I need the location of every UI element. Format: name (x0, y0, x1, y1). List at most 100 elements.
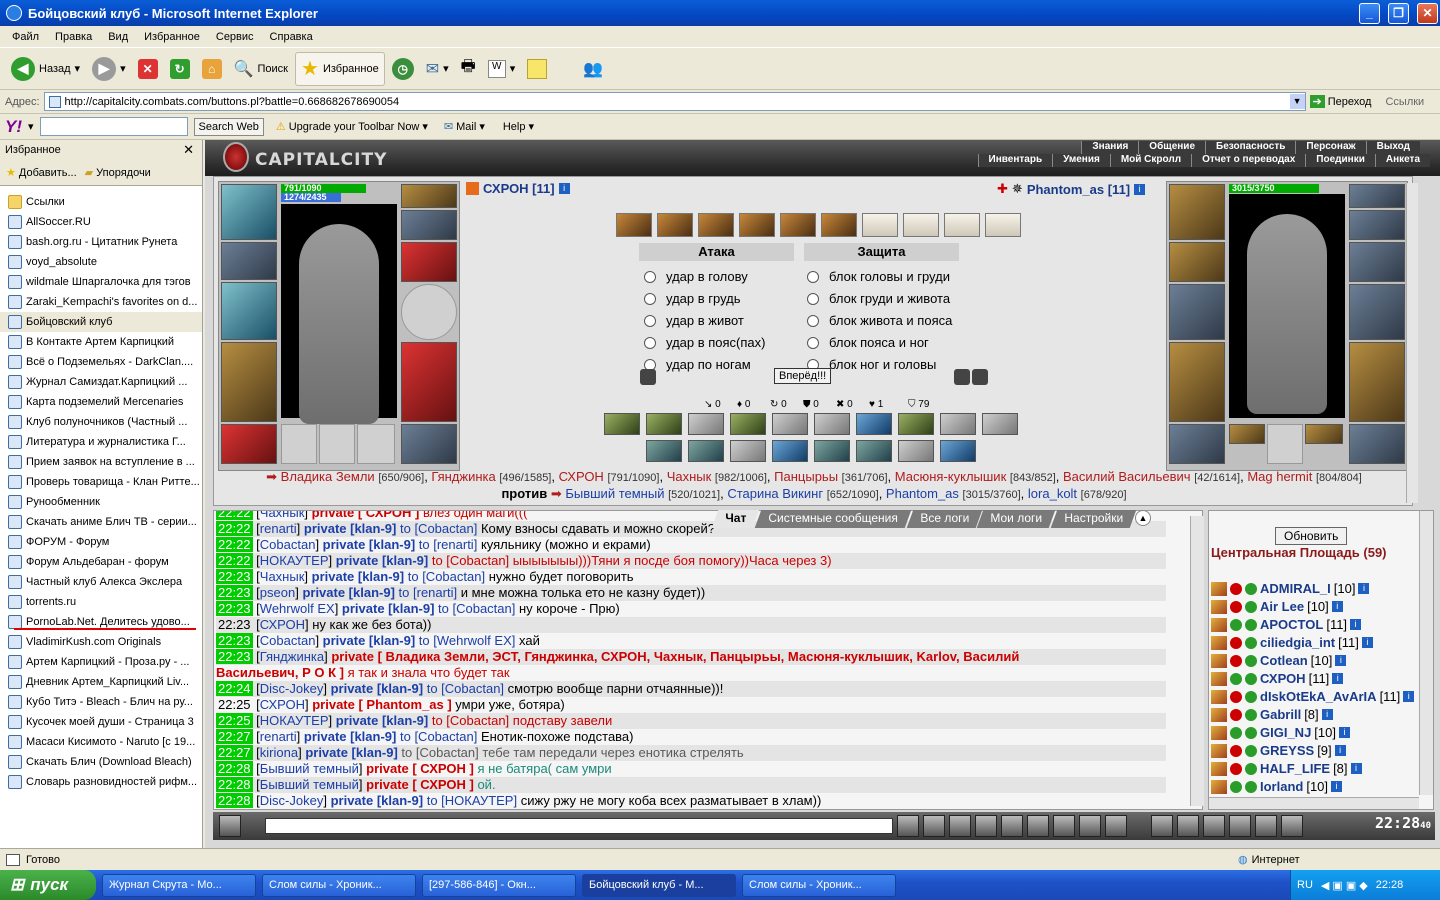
effect-icon[interactable] (646, 413, 682, 435)
message-time[interactable]: 22:28 (216, 793, 253, 808)
private-tag[interactable]: private [klan-9] (323, 537, 415, 552)
offhand-slot[interactable] (1349, 284, 1405, 340)
effect-icon[interactable] (940, 413, 976, 435)
inventory-icon[interactable] (1229, 815, 1251, 837)
private-tag[interactable]: private [klan-9] (302, 585, 394, 600)
info-icon[interactable]: i (1350, 619, 1362, 630)
skill-slot[interactable] (985, 213, 1021, 237)
user-row[interactable]: GIGI_NJ [10] i (1211, 725, 1350, 740)
menu-help[interactable]: Справка (262, 31, 321, 43)
links-label[interactable]: Ссылки (1385, 96, 1424, 108)
private-tag[interactable]: private [klan-9] (304, 521, 396, 536)
message-to[interactable]: to [renarti] (419, 537, 478, 552)
refresh-button[interactable]: ↻ (165, 52, 195, 86)
user-row[interactable]: ciliedgia_int [11] i (1211, 635, 1373, 650)
skill-slot[interactable] (780, 213, 816, 237)
subnav-link[interactable]: Отчет о переводах (1191, 154, 1305, 167)
message-author[interactable]: Чахнык (260, 511, 305, 520)
skill-slot[interactable] (944, 213, 980, 237)
radio-button[interactable] (807, 270, 819, 283)
user-row[interactable]: Air Lee [10] i (1211, 599, 1343, 614)
user-row[interactable]: dIskOtEkA_AvArIA [11] i (1211, 689, 1415, 704)
message-time[interactable]: 22:22 (216, 521, 253, 536)
info-icon[interactable]: i (1338, 727, 1350, 738)
message-author[interactable]: СХРОН (260, 617, 305, 632)
sound-icon[interactable] (1053, 815, 1075, 837)
radio-button[interactable] (644, 270, 656, 283)
favorite-item[interactable]: Кусочек моей души - Страница 3 (0, 712, 202, 732)
message-to[interactable]: to [НОКАУТЕР] (427, 793, 517, 808)
team1-player[interactable]: Чахнык (667, 469, 712, 484)
effect-icon[interactable] (814, 440, 850, 462)
language-indicator[interactable]: RU (1297, 879, 1313, 891)
chat-tab[interactable]: Мои логи (977, 510, 1056, 528)
user-name[interactable]: Air Lee (1260, 599, 1304, 614)
amulet-slot[interactable] (401, 184, 457, 208)
translit-icon[interactable] (1027, 815, 1049, 837)
private-tag[interactable]: private [klan-9] (323, 633, 415, 648)
private-tag[interactable]: private [klan-9] (305, 745, 397, 760)
search-web-button[interactable]: Search Web (193, 117, 264, 136)
favorite-item[interactable]: Частный клуб Алекса Экслера (0, 572, 202, 592)
tray-icons[interactable]: ◀ ▣ ▣ ◆ (1321, 879, 1368, 892)
map-icon[interactable] (1177, 815, 1199, 837)
message-time[interactable]: 22:28 (216, 761, 253, 776)
message-time[interactable]: 22:23 (216, 601, 253, 616)
favorite-item[interactable]: Рунообменник (0, 492, 202, 512)
info-icon[interactable]: i (1331, 601, 1343, 612)
favorite-item[interactable]: Журнал Самиздат.Карпицкий ... (0, 372, 202, 392)
message-to[interactable]: to [Cobactan] (400, 729, 477, 744)
message-author[interactable]: Бывший темный (260, 777, 359, 792)
dropdown-icon[interactable]: ▾ (28, 120, 34, 133)
next-icon[interactable] (954, 369, 970, 385)
menu-file[interactable]: Файл (4, 31, 47, 43)
exit-icon[interactable] (1281, 815, 1303, 837)
favorite-item[interactable]: Карта подземелий Mercenaries (0, 392, 202, 412)
bracers-slot[interactable] (221, 242, 277, 280)
user-row[interactable]: APOCTOL [11] i (1211, 617, 1362, 632)
smile-toggle-icon[interactable] (219, 815, 241, 837)
effect-icon[interactable] (730, 413, 766, 435)
back-button[interactable]: ◀ Назад ▾ (6, 52, 85, 86)
user-row[interactable]: Cotlean [10] i (1211, 653, 1347, 668)
bracers-slot[interactable] (1169, 242, 1225, 282)
favorite-item[interactable]: ФОРУМ - Форум (0, 532, 202, 552)
info-icon[interactable]: i (1332, 673, 1344, 684)
effect-icon[interactable] (940, 440, 976, 462)
start-button[interactable]: ⊞ пуск (0, 870, 96, 900)
favorite-item[interactable]: Прием заявок на вступление в ... (0, 452, 202, 472)
boots-slot[interactable] (401, 424, 457, 464)
skill-slot[interactable] (862, 213, 898, 237)
favorite-item[interactable]: Словарь разновидностей рифм... (0, 772, 202, 792)
radio-button[interactable] (644, 292, 656, 305)
user-name[interactable]: ADMIRAL_I (1260, 581, 1331, 596)
user-name[interactable]: Gabrill (1260, 707, 1301, 722)
skill-slot[interactable] (616, 213, 652, 237)
team1-player[interactable]: Mag hermit (1247, 469, 1312, 484)
effect-icon[interactable] (604, 413, 640, 435)
extra-slot[interactable] (1229, 424, 1265, 444)
yahoo-search-input[interactable] (39, 117, 188, 136)
private-tag[interactable]: private [klan-9] (331, 681, 423, 696)
belt-slot[interactable] (221, 424, 277, 464)
empty-slot[interactable] (357, 424, 395, 464)
chat-tab[interactable]: Настройки (1050, 510, 1137, 528)
favorite-item[interactable]: Zaraki_Kempachi's favorites on d... (0, 292, 202, 312)
message-to[interactable]: to [Wehrwolf EX] (419, 633, 516, 648)
mail-menu[interactable]: ✉ Mail ▾ (444, 120, 485, 134)
effect-icon[interactable] (898, 440, 934, 462)
info-icon[interactable]: i (1334, 745, 1346, 756)
info-icon[interactable]: i (1350, 763, 1362, 774)
forward-button[interactable]: Вперёд!!! (774, 368, 832, 384)
message-author[interactable]: Disc-Jokey (260, 793, 324, 808)
helmet-slot[interactable] (221, 184, 277, 240)
weapon-slot[interactable] (1169, 284, 1225, 340)
message-to[interactable]: to [Cobactan] (408, 569, 485, 584)
prev-icon[interactable] (640, 369, 656, 385)
gloves-slot[interactable] (1349, 242, 1405, 282)
info-icon[interactable]: i (1331, 781, 1343, 792)
taskbar-item[interactable]: Слом силы - Хроник... (262, 873, 416, 897)
smiley-icon[interactable] (1079, 815, 1101, 837)
message-to[interactable]: to [Cobactan] (400, 521, 477, 536)
user-name[interactable]: dIskOtEkA_AvArIA (1260, 689, 1377, 704)
